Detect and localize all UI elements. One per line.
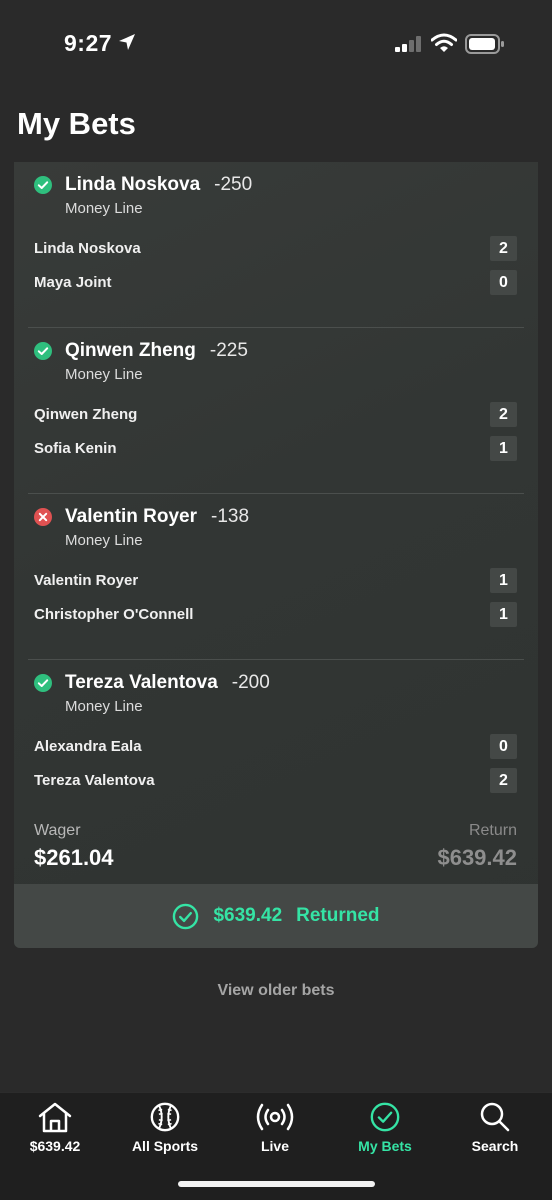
bet-odds: -138 [211,506,250,527]
bet-selection: Linda Noskova [65,174,201,195]
player-name: Maya Joint [34,274,112,291]
bet-item[interactable]: Qinwen Zheng -225 Money Line Qinwen Zhen… [14,328,538,494]
tab-label: Search [471,1138,519,1154]
player-name: Alexandra Eala [34,738,142,755]
tab-search[interactable]: Search [440,1093,550,1173]
x-circle-icon [34,508,52,526]
tab-label: Live [260,1138,289,1154]
player-score: 2 [490,236,517,261]
tab-label: My Bets [358,1138,412,1154]
check-circle-icon [34,674,52,692]
tab-my-bets[interactable]: My Bets [330,1093,440,1173]
bet-header: Qinwen Zheng -225 [65,340,248,362]
screen: 9:27 My Bets Linda Noskova -250 Money Li… [0,0,552,1200]
bet-selection: Tereza Valentova [65,672,218,693]
bet-odds: -225 [209,340,248,361]
wifi-icon [431,33,457,52]
player-score: 1 [490,602,517,627]
check-circle-icon [370,1102,400,1132]
bet-odds: -200 [231,672,270,693]
search-icon [480,1102,510,1132]
player-score: 2 [490,402,517,427]
bet-type: Money Line [65,532,143,549]
player-score: 0 [490,734,517,759]
wager-value: $261.04 [34,845,114,870]
page-title: My Bets [17,106,136,141]
bet-type: Money Line [65,200,143,217]
tab-label: $639.42 [29,1138,81,1154]
view-older-bets-link[interactable]: View older bets [0,982,552,1000]
return-value: $639.42 [437,845,517,870]
bet-item[interactable]: Linda Noskova -250 Money Line Linda Nosk… [14,162,538,328]
player-score: 1 [490,436,517,461]
bet-header: Valentin Royer -138 [65,506,249,528]
bet-odds: -250 [214,174,253,195]
bet-selection: Valentin Royer [65,506,197,527]
tab-label: All Sports [131,1138,199,1154]
baseball-icon [150,1102,180,1132]
home-icon [38,1102,72,1133]
returned-amount: $639.42 [213,905,283,926]
tab-live[interactable]: Live [220,1093,330,1173]
bet-slip-card[interactable]: Linda Noskova -250 Money Line Linda Nosk… [14,162,538,948]
bet-header: Tereza Valentova -200 [65,672,270,694]
tab-all-sports[interactable]: All Sports [110,1093,220,1173]
player-name: Qinwen Zheng [34,406,138,423]
status-time: 9:27 [64,30,113,56]
returned-label: Returned [296,905,380,926]
wager-label: Wager [34,822,81,839]
bet-type: Money Line [65,698,143,715]
battery-icon [465,34,504,54]
cellular-signal-icon [395,36,421,52]
status-bar: 9:27 [0,0,552,90]
player-name: Tereza Valentova [34,772,155,789]
player-name: Christopher O'Connell [34,606,194,623]
return-label: Return [468,822,517,839]
player-score: 0 [490,270,517,295]
check-circle-icon [34,342,52,360]
tab-home[interactable]: $639.42 [0,1093,110,1173]
bet-selection: Qinwen Zheng [65,340,196,361]
home-indicator[interactable] [178,1181,375,1187]
bet-item[interactable]: Tereza Valentova -200 Money Line Alexand… [14,660,538,826]
bet-item[interactable]: Valentin Royer -138 Money Line Valentin … [14,494,538,660]
player-score: 2 [490,768,517,793]
player-name: Valentin Royer [34,572,139,589]
player-name: Linda Noskova [34,240,141,257]
broadcast-icon [256,1103,294,1131]
player-name: Sofia Kenin [34,440,117,457]
returned-status-bar: $639.42 Returned [14,884,538,948]
location-arrow-icon [119,34,135,50]
check-circle-icon [34,176,52,194]
check-circle-icon [173,903,199,929]
player-score: 1 [490,568,517,593]
bet-header: Linda Noskova -250 [65,174,252,196]
bet-type: Money Line [65,366,143,383]
